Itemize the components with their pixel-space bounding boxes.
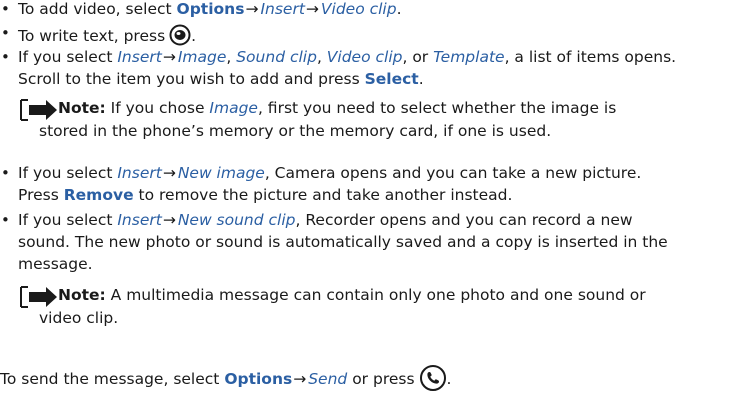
call-key-icon: [419, 364, 447, 397]
bullet-text-line-1: If you select Insert→ New image, Camera o…: [18, 164, 642, 182]
bullet-text-line-2: Press Remove to remove the picture and t…: [18, 186, 513, 204]
bullet-text: To add video, select Options→ Insert→ Vide…: [18, 0, 402, 18]
bullet-text-line-3: message.: [18, 255, 93, 273]
bullet-dot: •: [1, 24, 10, 42]
bullet-text-line-2: sound. The new photo or sound is automat…: [18, 233, 668, 251]
bullet-text-line-2: Scroll to the item you wish to add and p…: [18, 70, 424, 88]
bullet-text-line-1: If you select Insert→ New sound clip, Rec…: [18, 211, 633, 229]
bullet-dot: •: [1, 48, 10, 66]
note-arrow-icon: [20, 286, 58, 308]
bullet-dot: •: [1, 164, 10, 182]
note-text-line-2: stored in the phone’s memory or the memo…: [39, 122, 552, 140]
send-text: To send the message, select Options→ Send…: [0, 364, 451, 397]
note-arrow-icon: [20, 99, 58, 121]
note-text-line-2: video clip.: [39, 309, 119, 327]
bullet-text: To write text, press.: [18, 24, 196, 51]
note-text-line-1: Note: If you chose Image, first you need…: [58, 99, 617, 117]
note-text-line-1: Note: A multimedia message can contain o…: [58, 286, 646, 304]
bullet-dot: •: [1, 0, 10, 18]
bullet-text-line-1: If you select Insert→ Image, Sound clip, …: [18, 48, 677, 66]
bullet-dot: •: [1, 211, 10, 229]
navi-key-icon: [169, 24, 191, 51]
